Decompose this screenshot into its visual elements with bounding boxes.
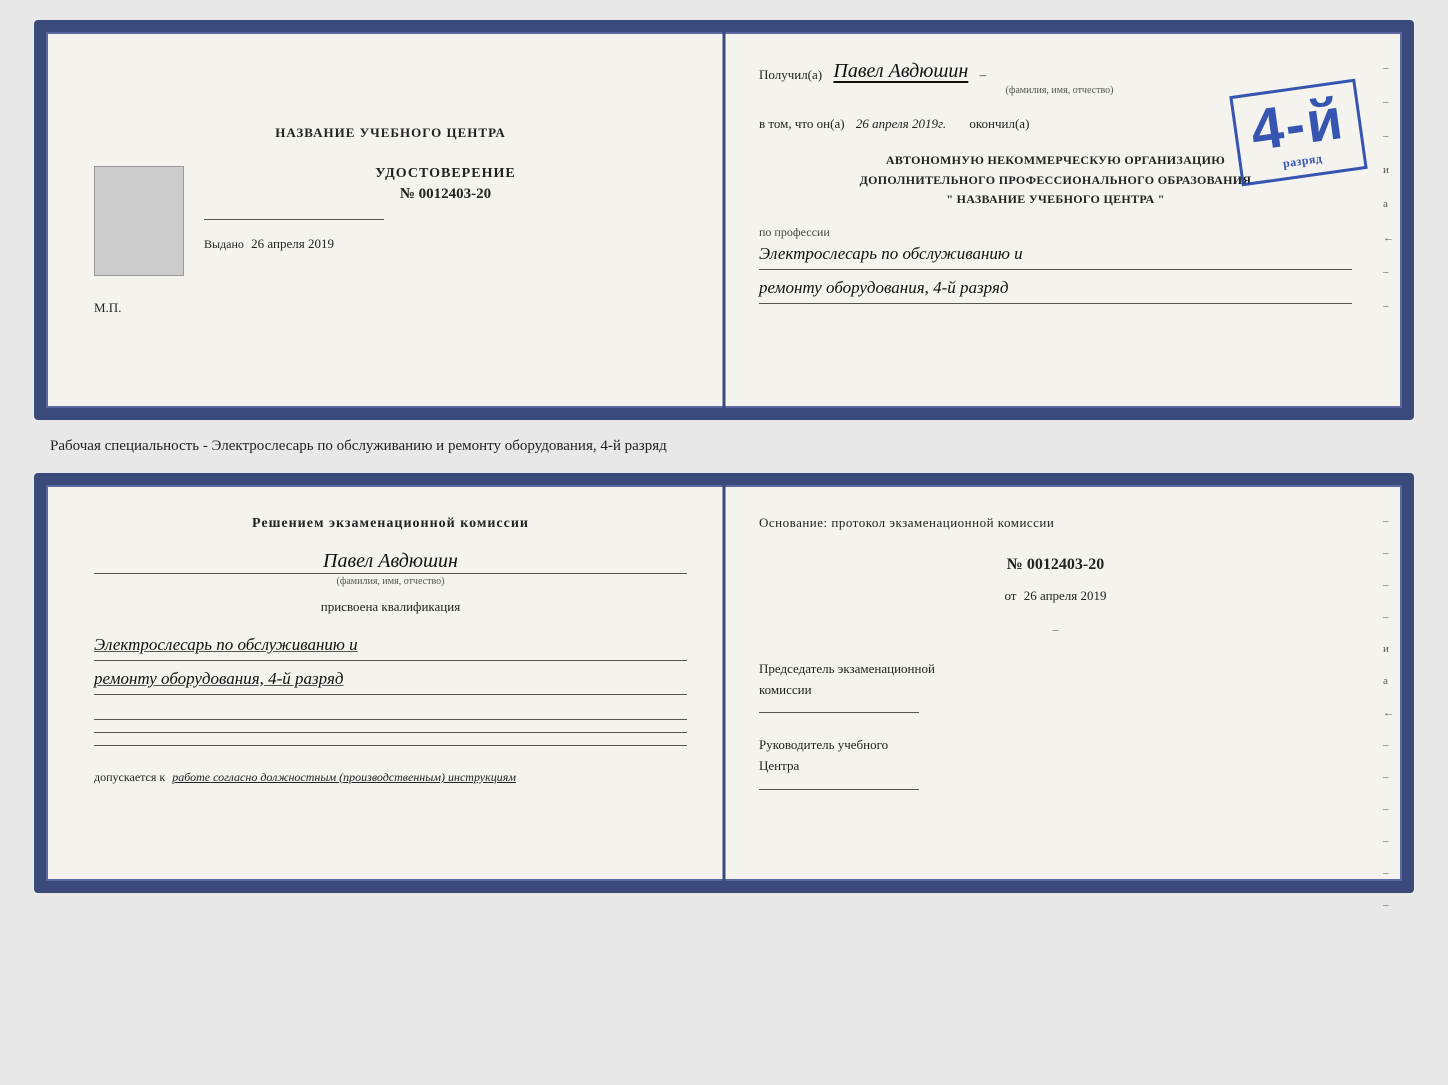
org-name: " НАЗВАНИЕ УЧЕБНОГО ЦЕНТРА " [759,190,1352,209]
rukovoditel-block: Руководитель учебного Центра [759,735,1352,790]
b-dash10: – [1383,803,1394,815]
right-edge-marks: – – – и а ← – – [1383,62,1394,312]
predsedatel-line1: Председатель экзаменационной [759,659,1352,680]
recipient-name: Павел Авдюшин [833,60,968,82]
dash5: а [1383,198,1394,210]
professiya-value-line1: Электрослесарь по обслуживанию и [759,240,1352,270]
b-dash5: и [1383,643,1394,655]
ot-date-block: от 26 апреля 2019 [759,588,1352,604]
top-left-page: НАЗВАНИЕ УЧЕБНОГО ЦЕНТРА УДОСТОВЕРЕНИЕ №… [46,32,723,408]
udostoverenie-number: № 0012403-20 [204,186,687,203]
dash1: – [1383,62,1394,74]
photo-placeholder [94,166,184,276]
dopuskaetsya-value: работе согласно должностным (производств… [172,770,516,784]
dash6: ← [1383,232,1394,244]
rukovoditel-signature [759,789,919,790]
bottom-person-name: Павел Авдюшин [94,550,687,573]
vtom-date: 26 апреля 2019г. [856,116,946,131]
b-dash11: – [1383,835,1394,847]
bottom-right-page: Основание: протокол экзаменационной коми… [723,485,1402,881]
dash-top: – [759,622,1352,637]
mp-block: М.П. [94,300,687,316]
b-dash4: – [1383,611,1394,623]
b-dash2: – [1383,547,1394,559]
top-left-content: НАЗВАНИЕ УЧЕБНОГО ЦЕНТРА УДОСТОВЕРЕНИЕ №… [94,62,687,378]
dash8: – [1383,300,1394,312]
b-dash6: а [1383,675,1394,687]
mp-label: М.П. [94,300,121,315]
rukovoditel-line2: Центра [759,756,1352,777]
okonchil-label: окончил(а) [969,116,1029,131]
ot-date-value: 26 апреля 2019 [1024,588,1107,603]
extra-lines [94,717,687,748]
dash4: и [1383,164,1394,176]
udostoverenie-label: УДОСТОВЕРЕНИЕ [204,166,687,182]
bottom-left-page: Решением экзаменационной комиссии Павел … [46,485,723,881]
predsedatel-line2: комиссии [759,680,1352,701]
kvalifikaciya-line1: Электрослесарь по обслуживанию и [94,631,687,661]
professiya-block: по профессии Электрослесарь по обслужива… [759,225,1352,304]
vydano-label: Выдано [204,237,244,251]
predsedatel-signature [759,712,919,713]
b-dash12: – [1383,867,1394,879]
name-subtitle: (фамилия, имя, отчество) [767,85,1352,96]
kvalifikaciya-block: Электрослесарь по обслуживанию и ремонту… [94,631,687,695]
vtom-prefix: в том, что он(а) [759,116,845,131]
vydano-date: 26 апреля 2019 [251,236,334,251]
b-dash1: – [1383,515,1394,527]
b-dash9: – [1383,771,1394,783]
dopuskaetsya-prefix: допускается к [94,770,165,784]
b-dash7: ← [1383,707,1394,719]
training-center-title: НАЗВАНИЕ УЧЕБНОГО ЦЕНТРА [275,124,506,142]
stamp-number: 4-й [1247,90,1347,160]
poluchil-prefix: Получил(a) [759,67,822,82]
bottom-right-edge-marks: – – – – и а ← – – – – – – [1383,515,1394,911]
po-professii-label: по профессии [759,225,1352,240]
dopuskaetsya-block: допускается к работе согласно должностны… [94,768,687,787]
bottom-document-card: Решением экзаменационной комиссии Павел … [34,473,1414,893]
b-dash8: – [1383,739,1394,751]
predsedatel-block: Председатель экзаменационной комиссии [759,659,1352,714]
kvalifikaciya-line2: ремонту оборудования, 4-й разряд [94,665,687,695]
top-right-page: 4-й разряд Получил(a) Павел Авдюшин – (ф… [723,32,1402,408]
osnovanie-title: Основание: протокол экзаменационной коми… [759,513,1352,534]
ot-prefix: от [1004,588,1016,603]
resheniem-title: Решением экзаменационной комиссии [94,513,687,534]
between-label-text: Рабочая специальность - Электрослесарь п… [50,438,667,454]
rukovoditel-line1: Руководитель учебного [759,735,1352,756]
b-dash3: – [1383,579,1394,591]
dash3: – [1383,130,1394,142]
udostoverenie-block: УДОСТОВЕРЕНИЕ № 0012403-20 [204,166,687,203]
between-label: Рабочая специальность - Электрослесарь п… [20,436,667,457]
vydano-block: Выдано 26 апреля 2019 [204,236,687,252]
professiya-value-line2: ремонту оборудования, 4-й разряд [759,274,1352,304]
bottom-person-subtitle: (фамилия, имя, отчество) [94,573,687,587]
top-document-card: НАЗВАНИЕ УЧЕБНОГО ЦЕНТРА УДОСТОВЕРЕНИЕ №… [34,20,1414,420]
dash2: – [1383,96,1394,108]
protokol-number: № 0012403-20 [759,556,1352,574]
prisvoena-label: присвоена квалификация [94,599,687,615]
poluchil-block: Получил(a) Павел Авдюшин – (фамилия, имя… [759,62,1352,96]
dash7: – [1383,266,1394,278]
b-dash13: – [1383,899,1394,911]
